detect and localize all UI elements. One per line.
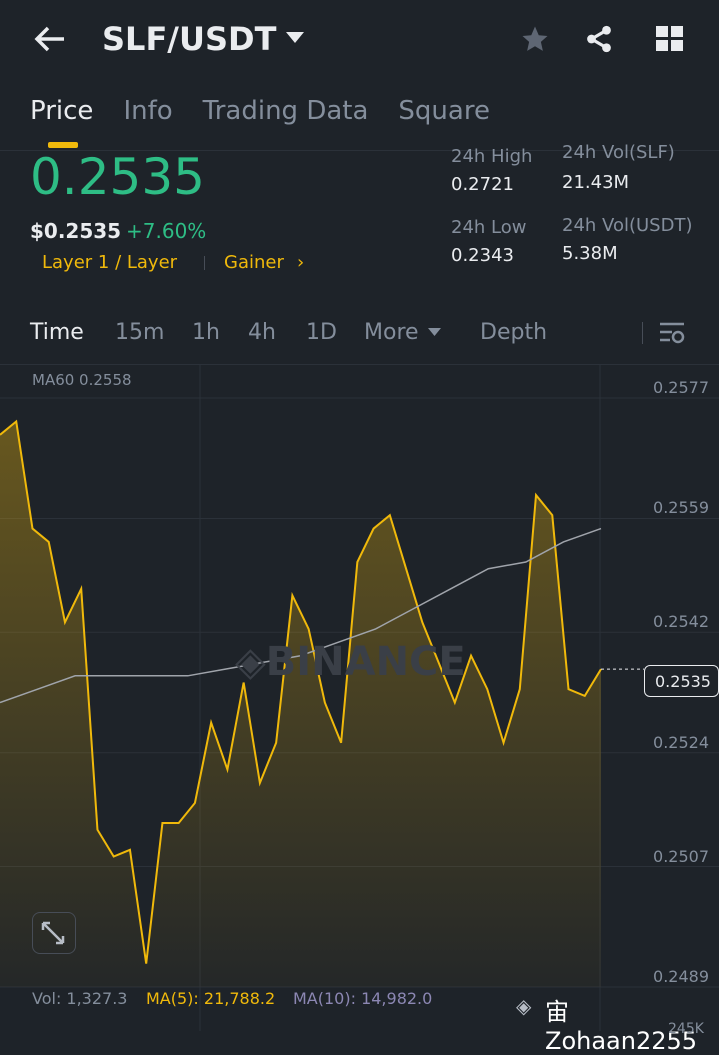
tab-trading-data[interactable]: Trading Data	[203, 96, 369, 126]
y-tick-label: 0.2559	[653, 498, 709, 518]
current-price-value: 0.2535	[655, 672, 711, 691]
vol-quote-value: 5.38M	[562, 243, 618, 264]
volume-axis-label: 245K	[668, 1021, 704, 1037]
high-label: 24h High	[451, 146, 533, 167]
y-tick-label: 0.2524	[653, 732, 709, 752]
price-area	[0, 421, 601, 987]
current-price-label: 0.2535	[644, 665, 719, 697]
tag-divider	[204, 256, 205, 270]
y-tick-label: 0.2577	[653, 378, 709, 397]
chart-settings-icon[interactable]	[660, 322, 686, 346]
gainer-tag[interactable]: Gainer	[224, 252, 284, 273]
tab-square[interactable]: Square	[398, 96, 490, 126]
share-icon[interactable]	[584, 24, 614, 54]
interval-depth[interactable]: Depth	[480, 320, 547, 345]
pair-title[interactable]: SLF/USDT	[102, 20, 276, 58]
interval-more[interactable]: More	[364, 320, 419, 345]
low-value: 0.2343	[451, 245, 514, 266]
tab-info[interactable]: Info	[123, 96, 172, 126]
interval-4h[interactable]: 4h	[248, 320, 276, 345]
interval-1h[interactable]: 1h	[192, 320, 220, 345]
last-price: 0.2535	[30, 148, 205, 206]
fullscreen-button[interactable]	[32, 912, 76, 954]
interval-1d[interactable]: 1D	[306, 320, 337, 345]
price-chart[interactable]: ◈BINANCE	[0, 365, 719, 1031]
caret-down-icon[interactable]	[286, 32, 304, 44]
binance-watermark: ◈BINANCE	[235, 639, 466, 685]
back-arrow-icon[interactable]	[34, 26, 66, 52]
chevron-right-icon: ›	[297, 252, 305, 273]
interval-time[interactable]: Time	[30, 320, 84, 345]
price-change: +7.60%	[126, 219, 207, 243]
y-tick-label: 0.2542	[653, 612, 709, 632]
low-label: 24h Low	[451, 217, 527, 238]
expand-icon	[41, 921, 65, 945]
y-tick-label: 0.2507	[653, 846, 709, 866]
category-tag[interactable]: Layer 1 / Layer	[42, 252, 177, 273]
usd-price: $0.2535	[30, 219, 122, 243]
divider	[642, 322, 643, 344]
grid-menu-icon[interactable]	[656, 26, 684, 52]
ma60-label: MA60 0.2558	[32, 371, 132, 389]
volume-label: Vol: 1,327.3	[32, 989, 128, 1008]
caret-down-icon	[428, 328, 441, 336]
y-tick-label: 0.2489	[653, 967, 709, 986]
vol-base-value: 21.43M	[562, 172, 630, 193]
star-icon[interactable]	[519, 24, 551, 54]
ma5-label: MA(5): 21,788.2	[146, 989, 276, 1008]
vol-quote-label: 24h Vol(USDT)	[562, 215, 693, 236]
ma10-label: MA(10): 14,982.0	[293, 989, 433, 1008]
interval-15m[interactable]: 15m	[115, 320, 164, 345]
main-tabs: Price Info Trading Data Square	[30, 96, 490, 148]
vol-base-label: 24h Vol(SLF)	[562, 142, 675, 163]
binance-logo-icon: ◈	[516, 994, 532, 1018]
tab-price[interactable]: Price	[30, 96, 93, 148]
high-value: 0.2721	[451, 174, 514, 195]
